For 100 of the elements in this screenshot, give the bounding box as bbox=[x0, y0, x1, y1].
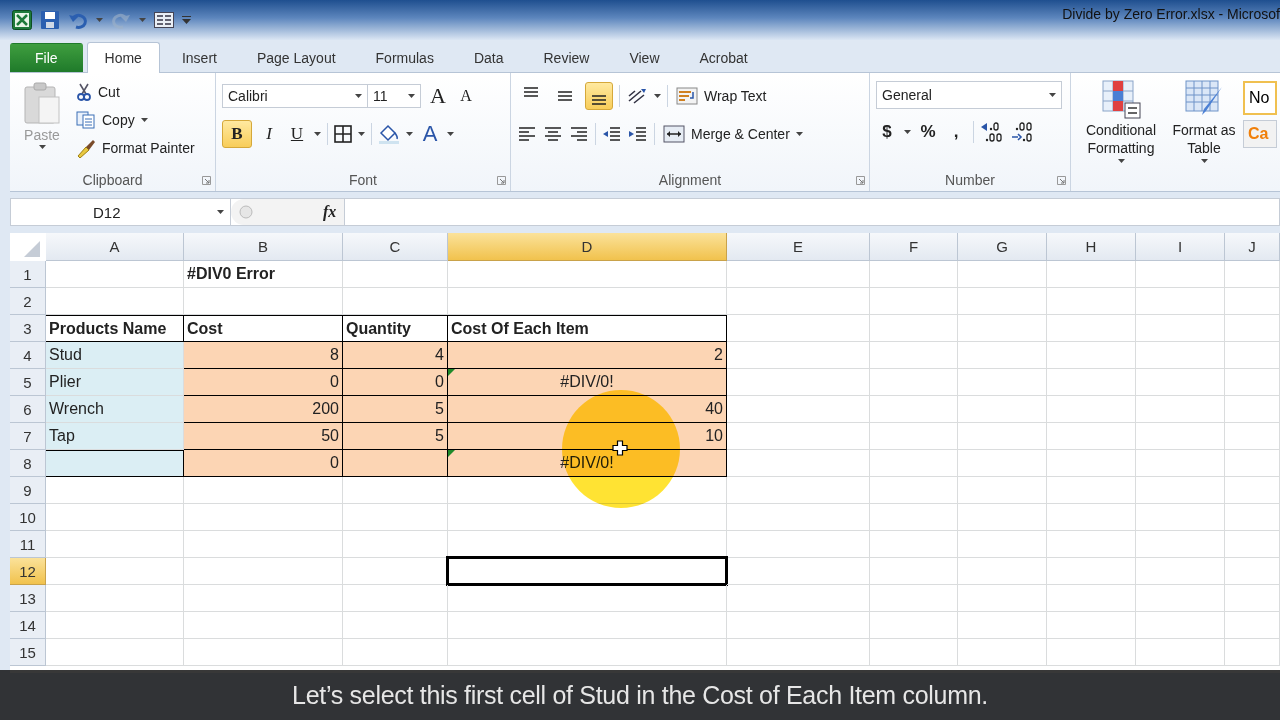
table-cell[interactable]: Stud bbox=[46, 342, 184, 369]
merge-center-button[interactable]: Merge & Center bbox=[661, 121, 805, 147]
table-cell[interactable]: 4 bbox=[343, 342, 448, 369]
row-header[interactable]: 11 bbox=[10, 531, 46, 558]
table-cell[interactable]: 5 bbox=[343, 396, 448, 423]
comma-style-button[interactable]: , bbox=[945, 118, 967, 146]
table-cell[interactable]: Cost bbox=[184, 315, 343, 342]
dialog-launcher-icon[interactable] bbox=[1057, 176, 1066, 185]
orientation-icon[interactable] bbox=[626, 87, 648, 105]
row-header[interactable]: 2 bbox=[10, 288, 46, 315]
column-header[interactable]: F bbox=[870, 233, 958, 261]
save-icon[interactable] bbox=[40, 10, 60, 30]
ribbon-tab[interactable]: Data bbox=[455, 43, 522, 72]
percent-button[interactable]: % bbox=[917, 118, 939, 146]
align-left-icon[interactable] bbox=[517, 124, 537, 144]
app-icon[interactable] bbox=[12, 10, 32, 30]
caret-icon bbox=[358, 132, 365, 136]
column-header[interactable]: B bbox=[184, 233, 343, 261]
column-header[interactable]: H bbox=[1047, 233, 1136, 261]
table-cell[interactable]: Wrench bbox=[46, 396, 184, 423]
shrink-font-button[interactable]: A bbox=[455, 82, 477, 110]
error-indicator-icon[interactable] bbox=[448, 369, 455, 376]
column-header[interactable]: D bbox=[448, 233, 727, 261]
bold-button[interactable]: B bbox=[222, 120, 252, 148]
row-header[interactable]: 1 bbox=[10, 261, 46, 288]
ribbon-tab[interactable]: Insert bbox=[163, 43, 235, 72]
row-header[interactable]: 3 bbox=[10, 315, 46, 342]
table-cell[interactable]: Cost Of Each Item bbox=[448, 315, 727, 342]
table-cell[interactable]: 50 bbox=[184, 423, 343, 450]
table-cell[interactable]: 8 bbox=[184, 342, 343, 369]
caret-icon bbox=[406, 132, 413, 136]
table-cell[interactable] bbox=[46, 450, 184, 477]
font-size-field[interactable]: 11 bbox=[367, 84, 421, 108]
ribbon-tab[interactable]: Home bbox=[86, 42, 160, 73]
table-cell[interactable]: 5 bbox=[343, 423, 448, 450]
column-header[interactable]: A bbox=[46, 233, 184, 261]
caret-icon bbox=[654, 94, 661, 98]
row-header[interactable]: 5 bbox=[10, 369, 46, 396]
table-cell[interactable]: Products Name bbox=[46, 315, 184, 342]
grow-font-button[interactable]: A bbox=[427, 82, 449, 110]
error-indicator-icon[interactable] bbox=[448, 450, 455, 457]
copy-button[interactable]: Copy bbox=[74, 107, 197, 133]
row-header[interactable]: 9 bbox=[10, 477, 46, 504]
table-cell[interactable]: Tap bbox=[46, 423, 184, 450]
row-header[interactable]: 13 bbox=[10, 585, 46, 612]
file-tab[interactable]: File bbox=[10, 43, 83, 72]
align-right-icon[interactable] bbox=[569, 124, 589, 144]
table-cell[interactable] bbox=[343, 450, 448, 477]
row-header[interactable]: 6 bbox=[10, 396, 46, 423]
format-painter-button[interactable]: Format Painter bbox=[74, 135, 197, 161]
row-header[interactable]: 10 bbox=[10, 504, 46, 531]
row-header[interactable]: 8 bbox=[10, 450, 46, 477]
align-center-icon[interactable] bbox=[543, 124, 563, 144]
customize-menu-icon[interactable] bbox=[182, 16, 191, 24]
column-header[interactable]: G bbox=[958, 233, 1047, 261]
table-cell[interactable]: 0 bbox=[184, 450, 343, 477]
increase-indent-icon[interactable] bbox=[628, 124, 648, 144]
increase-decimal-icon[interactable] bbox=[980, 121, 1004, 143]
font-color-button[interactable]: A bbox=[419, 120, 441, 148]
ribbon-tab[interactable]: Acrobat bbox=[681, 43, 766, 72]
form-icon[interactable] bbox=[154, 11, 174, 29]
dialog-launcher-icon[interactable] bbox=[856, 176, 865, 185]
column-header[interactable]: I bbox=[1136, 233, 1225, 261]
row-header[interactable]: 12 bbox=[10, 558, 46, 585]
ribbon-tab[interactable]: Page Layout bbox=[238, 43, 354, 72]
dialog-launcher-icon[interactable] bbox=[497, 176, 506, 185]
cut-button[interactable]: Cut bbox=[74, 79, 197, 105]
table-cell[interactable]: 0 bbox=[343, 369, 448, 396]
wrap-text-button[interactable]: Wrap Text bbox=[674, 83, 769, 109]
column-header[interactable]: J bbox=[1225, 233, 1280, 261]
clipboard-icon bbox=[23, 81, 61, 125]
currency-button[interactable]: $ bbox=[876, 118, 898, 146]
fill-bucket-icon[interactable] bbox=[378, 124, 400, 144]
number-format-field[interactable]: General bbox=[876, 81, 1062, 109]
ribbon-tab[interactable]: Formulas bbox=[357, 43, 452, 72]
table-cell[interactable]: #DIV0 Error bbox=[184, 261, 343, 288]
cell-style-button[interactable]: No bbox=[1243, 81, 1277, 115]
row-header[interactable]: 4 bbox=[10, 342, 46, 369]
table-cell[interactable]: 2 bbox=[448, 342, 727, 369]
format-as-table-button[interactable]: Format as Table bbox=[1171, 79, 1237, 191]
decrease-indent-icon[interactable] bbox=[602, 124, 622, 144]
underline-button[interactable]: U bbox=[286, 120, 308, 148]
dialog-launcher-icon[interactable] bbox=[202, 176, 211, 185]
conditional-formatting-button[interactable]: Conditional Formatting bbox=[1077, 79, 1165, 191]
table-cell[interactable]: #DIV/0! bbox=[448, 369, 727, 396]
row-header[interactable]: 15 bbox=[10, 639, 46, 666]
table-cell[interactable]: 0 bbox=[184, 369, 343, 396]
column-header[interactable]: E bbox=[727, 233, 870, 261]
italic-button[interactable]: I bbox=[258, 120, 280, 148]
align-bottom-button[interactable] bbox=[585, 82, 613, 110]
borders-icon[interactable] bbox=[334, 125, 352, 143]
row-header[interactable]: 7 bbox=[10, 423, 46, 450]
table-cell[interactable]: 200 bbox=[184, 396, 343, 423]
decrease-decimal-icon[interactable] bbox=[1010, 121, 1034, 143]
font-name-field[interactable]: Calibri bbox=[222, 84, 368, 108]
ribbon-tab[interactable]: Review bbox=[525, 43, 608, 72]
column-header[interactable]: C bbox=[343, 233, 448, 261]
table-cell[interactable]: Plier bbox=[46, 369, 184, 396]
ribbon-tab[interactable]: View bbox=[611, 43, 678, 72]
row-header[interactable]: 14 bbox=[10, 612, 46, 639]
